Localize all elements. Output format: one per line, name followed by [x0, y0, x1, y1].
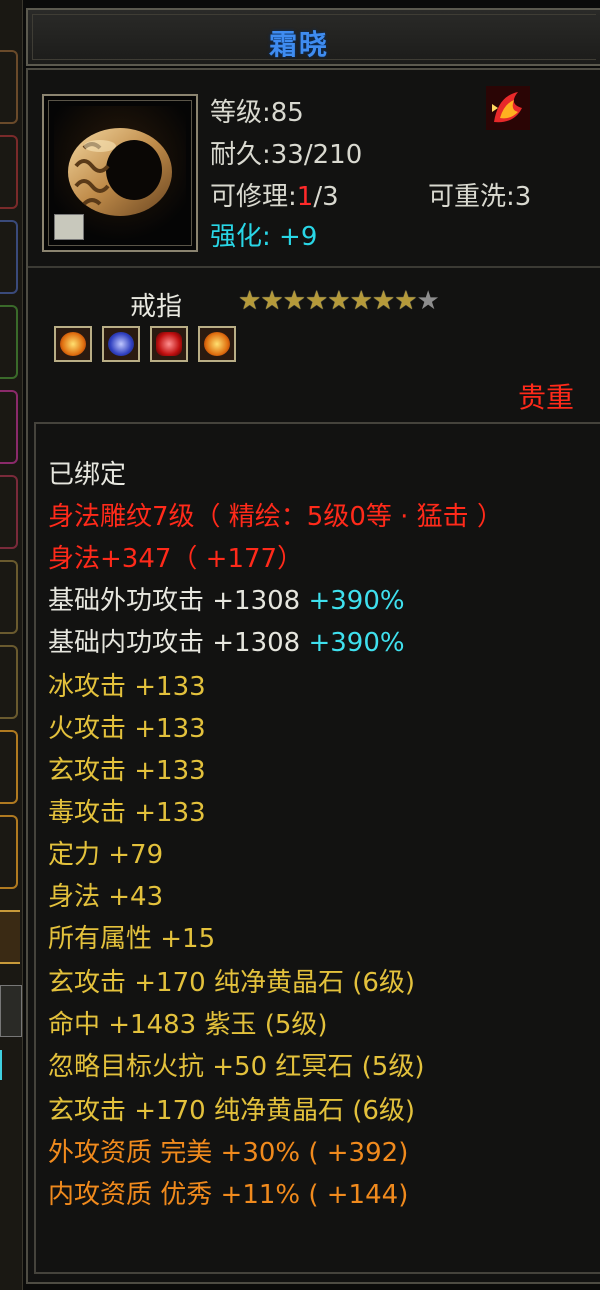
repairable-current: 1 — [296, 182, 314, 212]
enhance-label: 强化: — [210, 222, 271, 252]
attributes-box: 已绑定 身法雕纹7级（ 精绘：5级0等 · 猛击 ） 身法+347（ +177）… — [34, 422, 600, 1274]
gem-attr-line: 命中 +1483 紫玉 (5级) — [48, 1010, 328, 1040]
star-icon: ★ — [327, 286, 350, 316]
star-icon: ★ — [238, 286, 261, 316]
item-icon-frame — [42, 94, 198, 252]
sidebar-slot[interactable] — [0, 475, 18, 549]
gem-fire-icon[interactable] — [198, 326, 236, 362]
sidebar-slot[interactable] — [0, 50, 18, 124]
focus-line: 定力 +79 — [48, 840, 164, 870]
engraving-line: 身法雕纹7级（ 精绘：5级0等 · 猛击 ） — [48, 502, 503, 532]
item-repairable: 可修理:1/3 — [210, 176, 339, 213]
int-quality-line: 内攻资质 优秀 +11% ( +144) — [48, 1180, 409, 1210]
durability-value: 33/210 — [270, 140, 363, 170]
sidebar-slot[interactable] — [0, 305, 18, 379]
item-type: 戒指 — [130, 292, 183, 322]
sidebar-tab[interactable] — [0, 985, 22, 1037]
star-icon: ★ — [349, 286, 373, 316]
all-attr-line: 所有属性 +15 — [48, 924, 216, 954]
item-name: 霜晓 — [268, 28, 329, 61]
left-sidebar-strip — [0, 0, 23, 1290]
gem-attr-line: 玄攻击 +170 纯净黄晶石 (6级) — [48, 968, 416, 998]
sidebar-tab[interactable] — [0, 910, 20, 964]
enhance-value: +9 — [279, 222, 318, 252]
gem-blue-icon[interactable] — [102, 326, 140, 362]
star-icon: ★ — [282, 286, 306, 316]
agility-line: 身法 +43 — [48, 882, 164, 912]
agility-bonus-line: 身法+347（ +177） — [48, 544, 304, 574]
base-int-attack-line: 基础内功攻击 +1308 +390% — [48, 622, 405, 659]
gem-red-icon[interactable] — [150, 326, 188, 362]
item-rewashable: 可重洗:3 — [428, 182, 532, 212]
sidebar-slot[interactable] — [0, 815, 18, 889]
sidebar-slot[interactable] — [0, 135, 18, 209]
divider — [28, 266, 600, 268]
sidebar-slot[interactable] — [0, 220, 18, 294]
fire-emblem-icon — [486, 86, 530, 130]
star-empty-icon: ★ — [416, 286, 440, 316]
ext-quality-line: 外攻资质 完美 +30% ( +392) — [48, 1138, 409, 1168]
repairable-label: 可修理: — [210, 182, 297, 212]
star-icon: ★ — [304, 286, 328, 316]
attr-pct: +390% — [308, 586, 405, 616]
sidebar-marker — [0, 1050, 22, 1080]
item-durability: 耐久:33/210 — [210, 134, 362, 171]
poison-attack-line: 毒攻击 +133 — [48, 798, 206, 828]
tooltip-title-bar: 霜晓 — [26, 8, 600, 66]
attr-text: 基础外功攻击 +1308 — [48, 586, 301, 616]
attr-text: 基础内功攻击 +1308 — [48, 628, 301, 658]
sidebar-slot[interactable] — [0, 645, 18, 719]
sidebar-slot[interactable] — [0, 560, 18, 634]
ice-attack-line: 冰攻击 +133 — [48, 672, 206, 702]
item-level: 等级:85 — [210, 98, 304, 128]
base-ext-attack-line: 基础外功攻击 +1308 +390% — [48, 580, 405, 617]
star-rating: ★★★★★★★★★ — [238, 286, 440, 316]
attr-pct: +390% — [308, 628, 405, 658]
star-icon: ★ — [260, 286, 283, 316]
item-enhance: 强化: +9 — [210, 216, 317, 253]
star-icon: ★ — [394, 286, 417, 316]
bound-badge-icon — [54, 214, 84, 240]
fire-attack-line: 火攻击 +133 — [48, 714, 206, 744]
item-rarity: 贵重 — [517, 381, 574, 414]
sidebar-slot[interactable] — [0, 730, 18, 804]
gem-attr-line: 忽略目标火抗 +50 红冥石 (5级) — [48, 1052, 425, 1082]
bound-status: 已绑定 — [48, 460, 127, 490]
gem-fire-icon[interactable] — [54, 326, 92, 362]
item-tooltip-panel: 等级:85 耐久:33/210 可修理:1/3 可重洗:3 强化: +9 戒指 … — [26, 68, 600, 1284]
sidebar-slot[interactable] — [0, 390, 18, 464]
star-icon: ★ — [371, 286, 395, 316]
durability-label: 耐久: — [210, 140, 271, 170]
gem-attr-line: 玄攻击 +170 纯净黄晶石 (6级) — [48, 1096, 416, 1126]
repairable-total: /3 — [313, 182, 339, 212]
mystic-attack-line: 玄攻击 +133 — [48, 756, 206, 786]
